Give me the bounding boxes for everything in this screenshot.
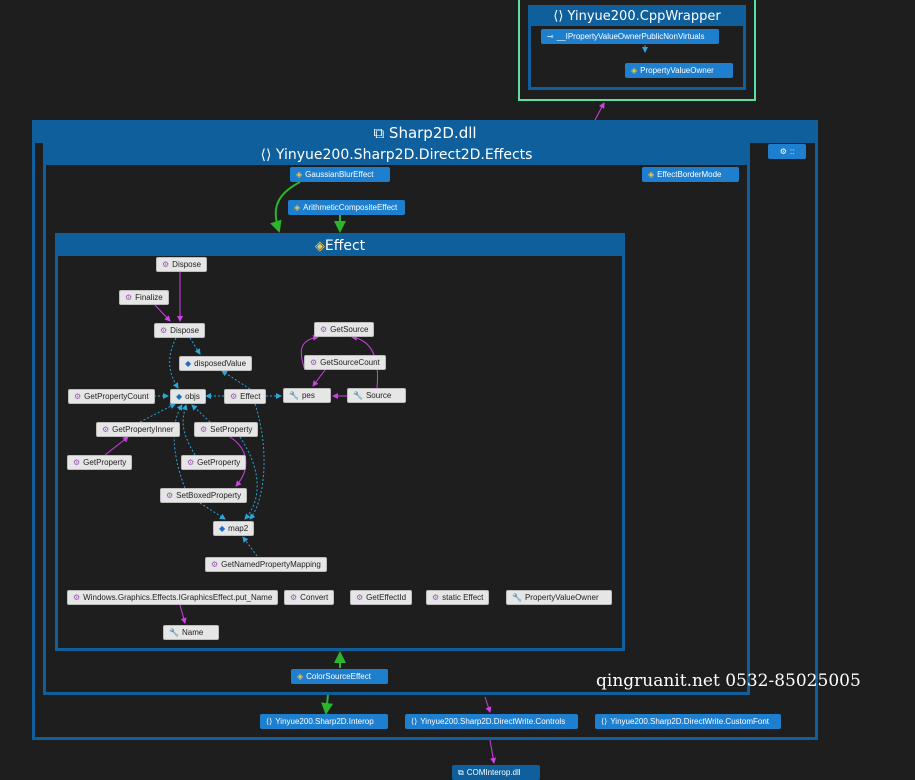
property-icon: 🔧 — [512, 592, 522, 602]
method-icon: ⚙ — [102, 424, 110, 434]
method-icon: ⚙ — [73, 592, 81, 602]
method-icon: ⚙ — [74, 391, 82, 401]
field-icon: ◆ — [176, 391, 183, 401]
property-icon: 🔧 — [169, 627, 179, 637]
member-getpropertyinner[interactable]: ⚙ GetPropertyInner — [96, 422, 180, 437]
namespace-icon: ⟨⟩ — [601, 716, 608, 726]
edge-effects-to-controls — [484, 696, 492, 713]
edge-sharp2d-to-cominterop — [489, 739, 497, 764]
member-convert[interactable]: ⚙ Convert — [284, 590, 335, 605]
edge-dispose2-objs — [169, 337, 179, 389]
edge-gaussian-to-effect — [270, 181, 301, 233]
field-icon: ◆ — [219, 523, 226, 533]
method-icon: ⚙ — [320, 324, 328, 334]
method-icon: ⚙ — [160, 325, 168, 335]
method-icon: ⚙ — [73, 457, 81, 467]
member-source[interactable]: 🔧 Source — [347, 388, 406, 403]
member-getproperty-1[interactable]: ⚙ GetProperty — [67, 455, 133, 470]
member-getsource[interactable]: ⚙ GetSource — [314, 322, 375, 337]
node-directwrite-controls[interactable]: ⟨⟩ Yinyue200.Sharp2D.DirectWrite.Controls — [405, 714, 578, 729]
edge-getsourcecount-pes — [312, 369, 326, 387]
method-icon: ⚙ — [356, 592, 364, 602]
method-icon: ⚙ — [166, 490, 174, 500]
member-map2[interactable]: ◆ map2 — [213, 521, 255, 536]
member-propertyvalueowner[interactable]: 🔧 PropertyValueOwner — [506, 590, 612, 605]
edge-putname-name — [179, 604, 187, 624]
property-icon: 🔧 — [289, 390, 299, 400]
method-icon: ⚙ — [187, 457, 195, 467]
member-static-effect[interactable]: ⚙ static Effect — [426, 590, 490, 605]
edge-effect-disposedvalue — [221, 370, 251, 390]
member-geteffectid[interactable]: ⚙ GetEffectId — [350, 590, 413, 605]
edge-dispose2-disposedvalue — [189, 337, 201, 355]
method-icon: ⚙ — [230, 391, 238, 401]
namespace-icon: ⟨⟩ — [266, 716, 273, 726]
member-getpropertycount[interactable]: ⚙ GetPropertyCount — [68, 389, 155, 404]
edge-finalize-dispose2 — [154, 304, 171, 322]
edge-setproperty-objs — [191, 404, 211, 423]
method-icon: ⚙ — [162, 259, 170, 269]
member-put-name[interactable]: ⚙ Windows.Graphics.Effects.IGraphicsEffec… — [67, 590, 279, 605]
edge-getproperty-getpropertyinner — [104, 436, 129, 456]
node-sharp2d-interop[interactable]: ⟨⟩ Yinyue200.Sharp2D.Interop — [260, 714, 388, 729]
method-icon: ⚙ — [432, 592, 440, 602]
member-dispose-1[interactable]: ⚙ Dispose — [156, 257, 208, 272]
member-objs[interactable]: ◆ objs — [170, 389, 206, 404]
member-name[interactable]: 🔧 Name — [163, 625, 219, 640]
member-pes[interactable]: 🔧 pes — [283, 388, 331, 403]
edge-getpropertyinner-objs — [139, 403, 176, 423]
method-icon: ⚙ — [200, 424, 208, 434]
assembly-icon: ⧉ — [458, 767, 464, 777]
method-icon: ⚙ — [125, 292, 133, 302]
namespace-icon: ⟨⟩ — [411, 716, 418, 726]
member-effect-ctor[interactable]: ⚙ Effect — [224, 389, 267, 404]
member-finalize[interactable]: ⚙ Finalize — [119, 290, 169, 305]
member-getnamedpropertymapping[interactable]: ⚙ GetNamedPropertyMapping — [205, 557, 327, 572]
member-getsourcecount[interactable]: ⚙ GetSourceCount — [304, 355, 386, 370]
watermark-text: qingruanit.net 0532-85025005 — [596, 671, 861, 691]
property-icon: 🔧 — [353, 390, 363, 400]
field-icon: ◆ — [185, 358, 192, 368]
member-disposedvalue[interactable]: ◆ disposedValue — [179, 356, 253, 371]
member-getproperty-2[interactable]: ⚙ GetProperty — [181, 455, 247, 470]
member-dispose-2[interactable]: ⚙ Dispose — [154, 323, 206, 338]
method-icon: ⚙ — [290, 592, 298, 602]
member-setboxedproperty[interactable]: ⚙ SetBoxedProperty — [160, 488, 248, 503]
member-setproperty[interactable]: ⚙ SetProperty — [194, 422, 259, 437]
edge-setboxed-map2 — [199, 502, 226, 520]
node-directwrite-customfont[interactable]: ⟨⟩ Yinyue200.Sharp2D.DirectWrite.CustomFo… — [595, 714, 781, 729]
method-icon: ⚙ — [310, 357, 318, 367]
edge-effects-to-interop — [321, 694, 334, 715]
edge-sharp2d-to-cppwrapper — [594, 102, 605, 121]
method-icon: ⚙ — [211, 559, 219, 569]
edge-getnamed-map2 — [242, 536, 258, 557]
